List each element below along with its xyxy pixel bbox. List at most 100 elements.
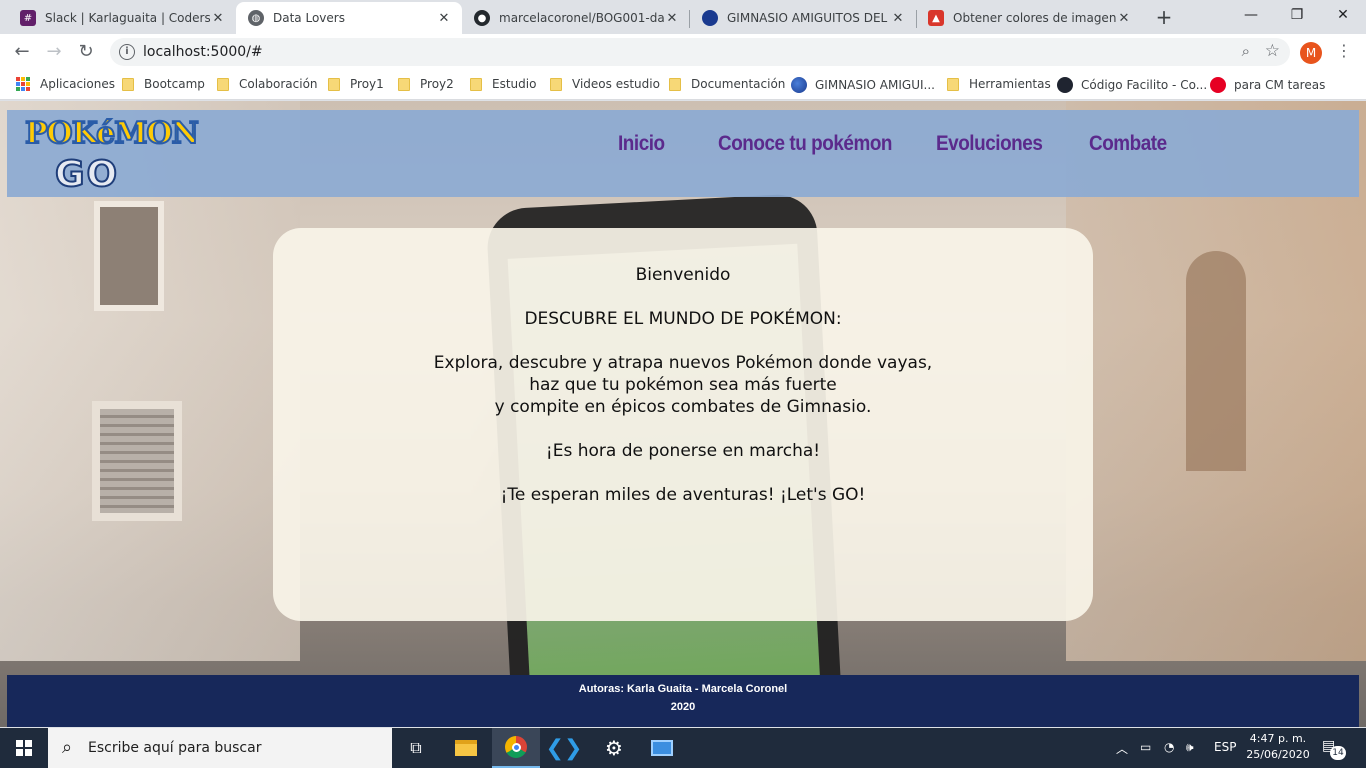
back-button[interactable]: ← bbox=[9, 40, 35, 64]
bookmark-label: Documentación bbox=[691, 77, 786, 91]
welcome-line-1: Explora, descubre y atrapa nuevos Pokémo… bbox=[433, 353, 933, 373]
close-icon[interactable]: ✕ bbox=[436, 11, 452, 26]
minimize-button[interactable]: — bbox=[1228, 4, 1274, 26]
image-color-icon: ▲ bbox=[928, 10, 944, 26]
bookmark-label: Bootcamp bbox=[144, 77, 205, 91]
close-icon[interactable]: ✕ bbox=[210, 11, 226, 26]
tab-title: Slack | Karlaguaita | Coders Lab bbox=[45, 11, 210, 25]
settings-gear-icon[interactable]: ⚙ bbox=[590, 728, 638, 768]
tab-slack[interactable]: # Slack | Karlaguaita | Coders Lab ✕ bbox=[8, 2, 236, 34]
address-bar[interactable]: i localhost:5000/# ⌕ ☆ bbox=[110, 38, 1290, 66]
vscode-icon[interactable]: ❮❯ bbox=[540, 728, 588, 768]
reload-button[interactable]: ↻ bbox=[73, 40, 99, 64]
globe-icon: ◍ bbox=[248, 10, 264, 26]
bookmark-videos-estudio[interactable]: Videos estudio bbox=[550, 77, 660, 91]
tab-title: marcelacoronel/BOG001-data- bbox=[499, 11, 664, 25]
restore-button[interactable]: ❐ bbox=[1274, 4, 1320, 26]
folder-icon bbox=[669, 77, 681, 91]
welcome-card: Bienvenido DESCUBRE EL MUNDO DE POKÉMON:… bbox=[273, 228, 1093, 621]
tab-github[interactable]: ● marcelacoronel/BOG001-data- ✕ bbox=[462, 2, 690, 34]
clock-date: 25/06/2020 bbox=[1246, 748, 1310, 761]
github-icon: ● bbox=[474, 10, 490, 26]
pinterest-icon bbox=[1210, 77, 1226, 93]
welcome-closing: ¡Te esperan miles de aventuras! ¡Let's G… bbox=[500, 485, 866, 505]
logo-go-text: GO bbox=[54, 153, 120, 196]
start-button[interactable] bbox=[0, 728, 48, 768]
bookmark-gimnasio[interactable]: GIMNASIO AMIGUI... bbox=[791, 77, 935, 93]
tab-obtener-colores[interactable]: ▲ Obtener colores de imagen on ✕ bbox=[916, 2, 1142, 34]
codigo-facilito-icon bbox=[1057, 77, 1073, 93]
nav-combate[interactable]: Combate bbox=[1089, 132, 1167, 156]
url-text[interactable]: localhost:5000/# bbox=[143, 44, 263, 60]
bookmark-label: para CM tareas bbox=[1234, 78, 1326, 92]
bookmark-para-cm-tareas[interactable]: para CM tareas bbox=[1210, 77, 1325, 93]
close-icon[interactable]: ✕ bbox=[1116, 11, 1132, 26]
site-info-icon[interactable]: i bbox=[119, 44, 135, 60]
search-icon: ⌕ bbox=[62, 737, 73, 758]
close-window-button[interactable]: ✕ bbox=[1320, 4, 1366, 26]
chrome-icon[interactable] bbox=[492, 728, 540, 768]
tab-gimnasio[interactable]: GIMNASIO AMIGUITOS DEL M ✕ bbox=[690, 2, 916, 34]
welcome-greeting: Bienvenido bbox=[635, 265, 731, 285]
bookmark-label: Código Facilito - Co... bbox=[1081, 78, 1208, 92]
bookmark-codigo-facilito[interactable]: Código Facilito - Co... bbox=[1057, 77, 1207, 93]
globe-colorful-icon bbox=[702, 10, 718, 26]
wifi-icon[interactable]: ◔ bbox=[1164, 740, 1174, 754]
windows-logo-icon bbox=[16, 740, 32, 756]
battery-icon[interactable]: ▭ bbox=[1140, 740, 1151, 754]
bookmarks-bar: Aplicaciones Bootcamp Colaboración Proy1… bbox=[0, 70, 1366, 100]
bookmark-label: GIMNASIO AMIGUI... bbox=[815, 78, 935, 92]
forward-button[interactable]: → bbox=[41, 40, 67, 64]
bookmark-label: Herramientas bbox=[969, 77, 1051, 91]
bookmark-label: Proy2 bbox=[420, 77, 454, 91]
bookmark-colaboracion[interactable]: Colaboración bbox=[217, 77, 318, 91]
app-window-icon[interactable] bbox=[638, 728, 686, 768]
page-viewport: POKéMON GO Inicio Conoce tu pokémon Evol… bbox=[0, 101, 1366, 727]
nav-evoluciones[interactable]: Evoluciones bbox=[936, 132, 1043, 156]
bookmark-label: Proy1 bbox=[350, 77, 384, 91]
language-indicator[interactable]: ESP bbox=[1214, 740, 1236, 754]
globe-colorful-icon bbox=[791, 77, 807, 93]
tab-data-lovers[interactable]: ◍ Data Lovers ✕ bbox=[236, 2, 462, 34]
folder-icon bbox=[470, 77, 482, 91]
bookmark-herramientas[interactable]: Herramientas bbox=[947, 77, 1051, 91]
browser-toolbar: ← → ↻ i localhost:5000/# ⌕ ☆ M ⋮ bbox=[0, 34, 1366, 70]
clock-time: 4:47 p. m. bbox=[1249, 732, 1307, 745]
notification-count-badge: 14 bbox=[1330, 746, 1346, 760]
browser-menu-icon[interactable]: ⋮ bbox=[1336, 41, 1352, 60]
bookmark-label: Estudio bbox=[492, 77, 537, 91]
bookmark-proy2[interactable]: Proy2 bbox=[398, 77, 454, 91]
bookmark-label: Aplicaciones bbox=[40, 77, 115, 91]
task-view-icon[interactable]: ⧉ bbox=[392, 728, 440, 768]
pokemon-go-logo[interactable]: POKéMON GO bbox=[24, 115, 200, 196]
footer-year: 2020 bbox=[670, 701, 696, 713]
show-hidden-icons[interactable]: ︿ bbox=[1116, 740, 1128, 757]
logo-pokemon-text: POKéMON bbox=[24, 115, 200, 152]
nav-conoce-tu-pokemon[interactable]: Conoce tu pokémon bbox=[718, 132, 892, 156]
volume-icon[interactable]: 🕪 bbox=[1186, 740, 1194, 755]
file-explorer-icon[interactable] bbox=[442, 728, 490, 768]
folder-icon bbox=[398, 77, 410, 91]
welcome-line-2: haz que tu pokémon sea más fuerte bbox=[529, 375, 837, 395]
bookmark-documentacion[interactable]: Documentación bbox=[669, 77, 785, 91]
taskbar-search[interactable]: ⌕ Escribe aquí para buscar bbox=[48, 728, 392, 768]
action-center-icon[interactable]: ▤ 14 bbox=[1322, 738, 1346, 760]
new-tab-button[interactable]: + bbox=[1152, 6, 1176, 28]
welcome-headline: DESCUBRE EL MUNDO DE POKÉMON: bbox=[524, 309, 842, 329]
close-icon[interactable]: ✕ bbox=[664, 11, 680, 26]
bookmark-bootcamp[interactable]: Bootcamp bbox=[122, 77, 205, 91]
close-icon[interactable]: ✕ bbox=[890, 11, 906, 26]
welcome-cta: ¡Es hora de ponerse en marcha! bbox=[545, 441, 821, 461]
taskbar-clock[interactable]: 4:47 p. m. 25/06/2020 bbox=[1238, 731, 1318, 763]
folder-icon bbox=[217, 77, 229, 91]
bookmark-proy1[interactable]: Proy1 bbox=[328, 77, 384, 91]
folder-icon bbox=[122, 77, 134, 91]
profile-avatar[interactable]: M bbox=[1300, 42, 1322, 64]
tab-title: Data Lovers bbox=[273, 11, 345, 25]
bookmark-label: Videos estudio bbox=[572, 77, 660, 91]
nav-inicio[interactable]: Inicio bbox=[618, 132, 665, 156]
bookmark-estudio[interactable]: Estudio bbox=[470, 77, 536, 91]
bookmark-star-icon[interactable]: ☆ bbox=[1265, 41, 1280, 61]
bookmark-aplicaciones[interactable]: Aplicaciones bbox=[16, 77, 115, 91]
zoom-icon[interactable]: ⌕ bbox=[1242, 42, 1250, 60]
